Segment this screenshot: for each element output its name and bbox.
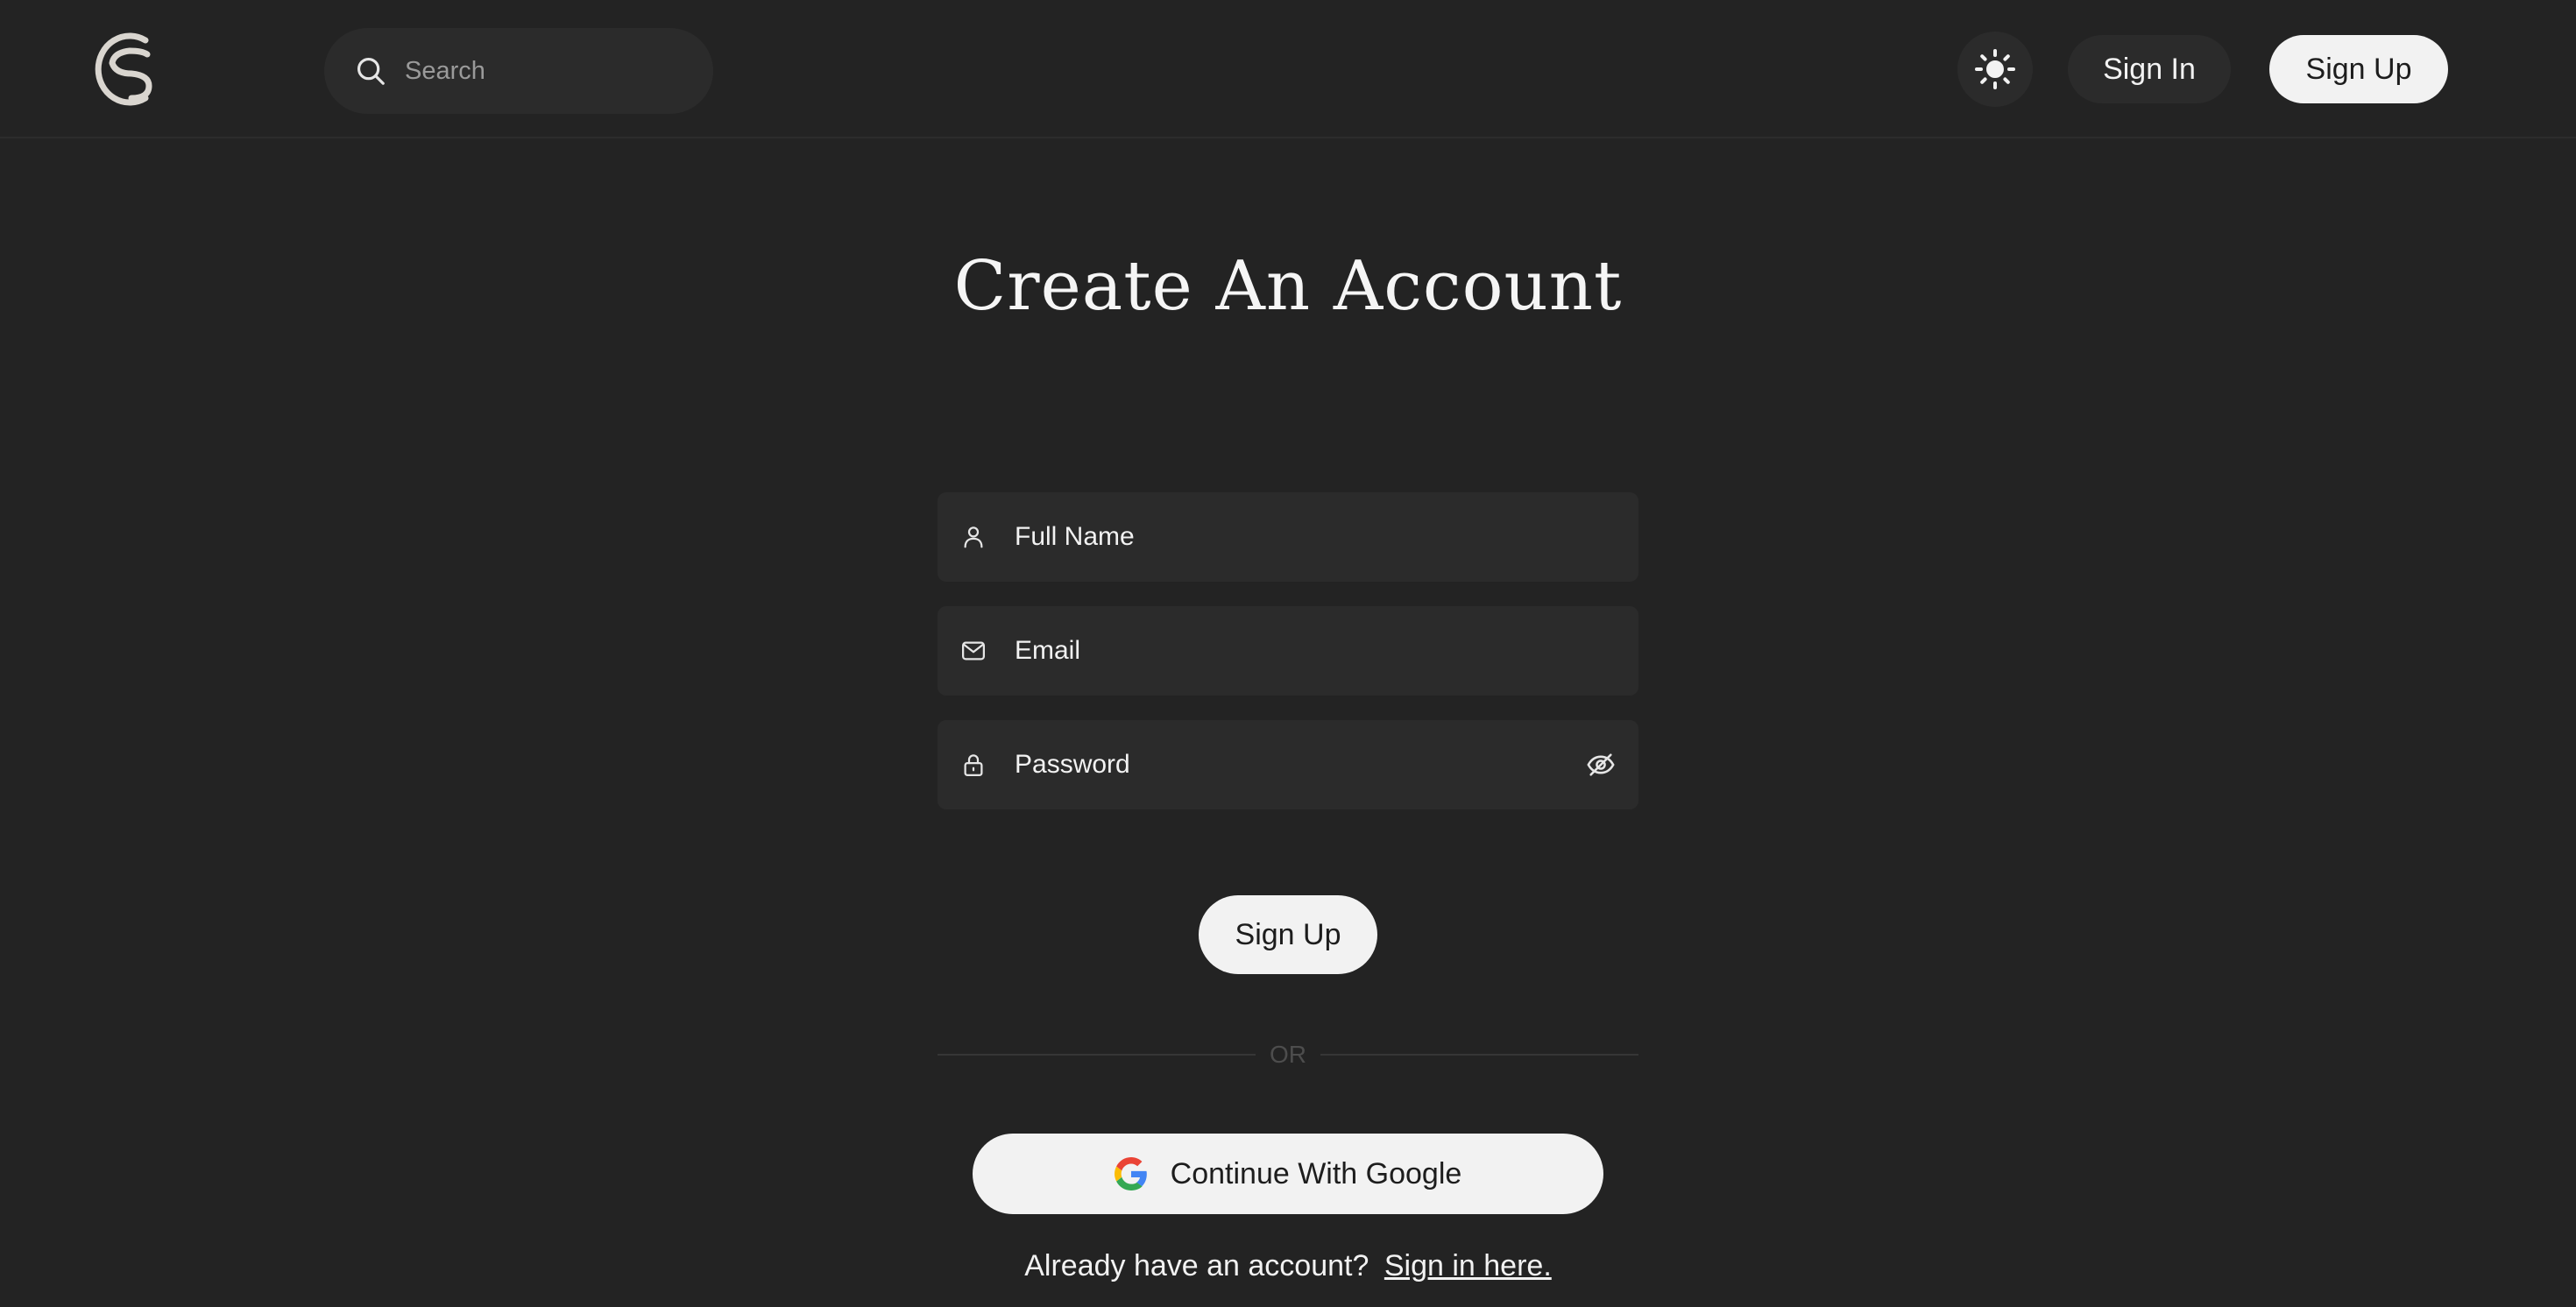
top-nav: Sign In Sign Up bbox=[0, 0, 2576, 138]
google-button-label: Continue With Google bbox=[1170, 1156, 1462, 1190]
continue-with-google-button[interactable]: Continue With Google bbox=[973, 1134, 1603, 1214]
sign-in-prompt: Already have an account? Sign in here. bbox=[0, 1249, 2576, 1283]
search-input[interactable] bbox=[403, 55, 692, 87]
or-divider: OR bbox=[938, 1039, 1638, 1070]
divider-line bbox=[1320, 1054, 1638, 1056]
eye-off-icon[interactable] bbox=[1586, 750, 1616, 780]
sign-in-prompt-text: Already have an account? bbox=[1024, 1249, 1369, 1282]
mail-icon bbox=[962, 641, 985, 661]
password-input[interactable] bbox=[1013, 749, 1586, 781]
lock-icon bbox=[964, 754, 983, 776]
nav-sign-up-button[interactable]: Sign Up bbox=[2269, 35, 2448, 103]
theme-toggle-button[interactable] bbox=[1957, 32, 2033, 107]
google-icon bbox=[1114, 1157, 1147, 1190]
sign-in-link[interactable]: Sign in here. bbox=[1384, 1249, 1552, 1282]
cs-logo-icon[interactable] bbox=[88, 28, 163, 110]
sign-up-submit-button[interactable]: Sign Up bbox=[1199, 895, 1377, 974]
search-bar[interactable] bbox=[324, 28, 713, 114]
user-icon bbox=[964, 526, 983, 548]
divider-line bbox=[938, 1054, 1256, 1056]
divider-text: OR bbox=[1270, 1041, 1306, 1068]
search-icon bbox=[357, 57, 385, 85]
full-name-input[interactable] bbox=[1013, 521, 1638, 553]
page-title: Create An Account bbox=[953, 247, 1623, 326]
full-name-field[interactable] bbox=[938, 492, 1638, 582]
nav-sign-in-button[interactable]: Sign In bbox=[2068, 35, 2231, 103]
sun-icon bbox=[1975, 49, 2015, 89]
email-field[interactable] bbox=[938, 606, 1638, 696]
password-field[interactable] bbox=[938, 720, 1638, 809]
email-input[interactable] bbox=[1013, 635, 1638, 667]
